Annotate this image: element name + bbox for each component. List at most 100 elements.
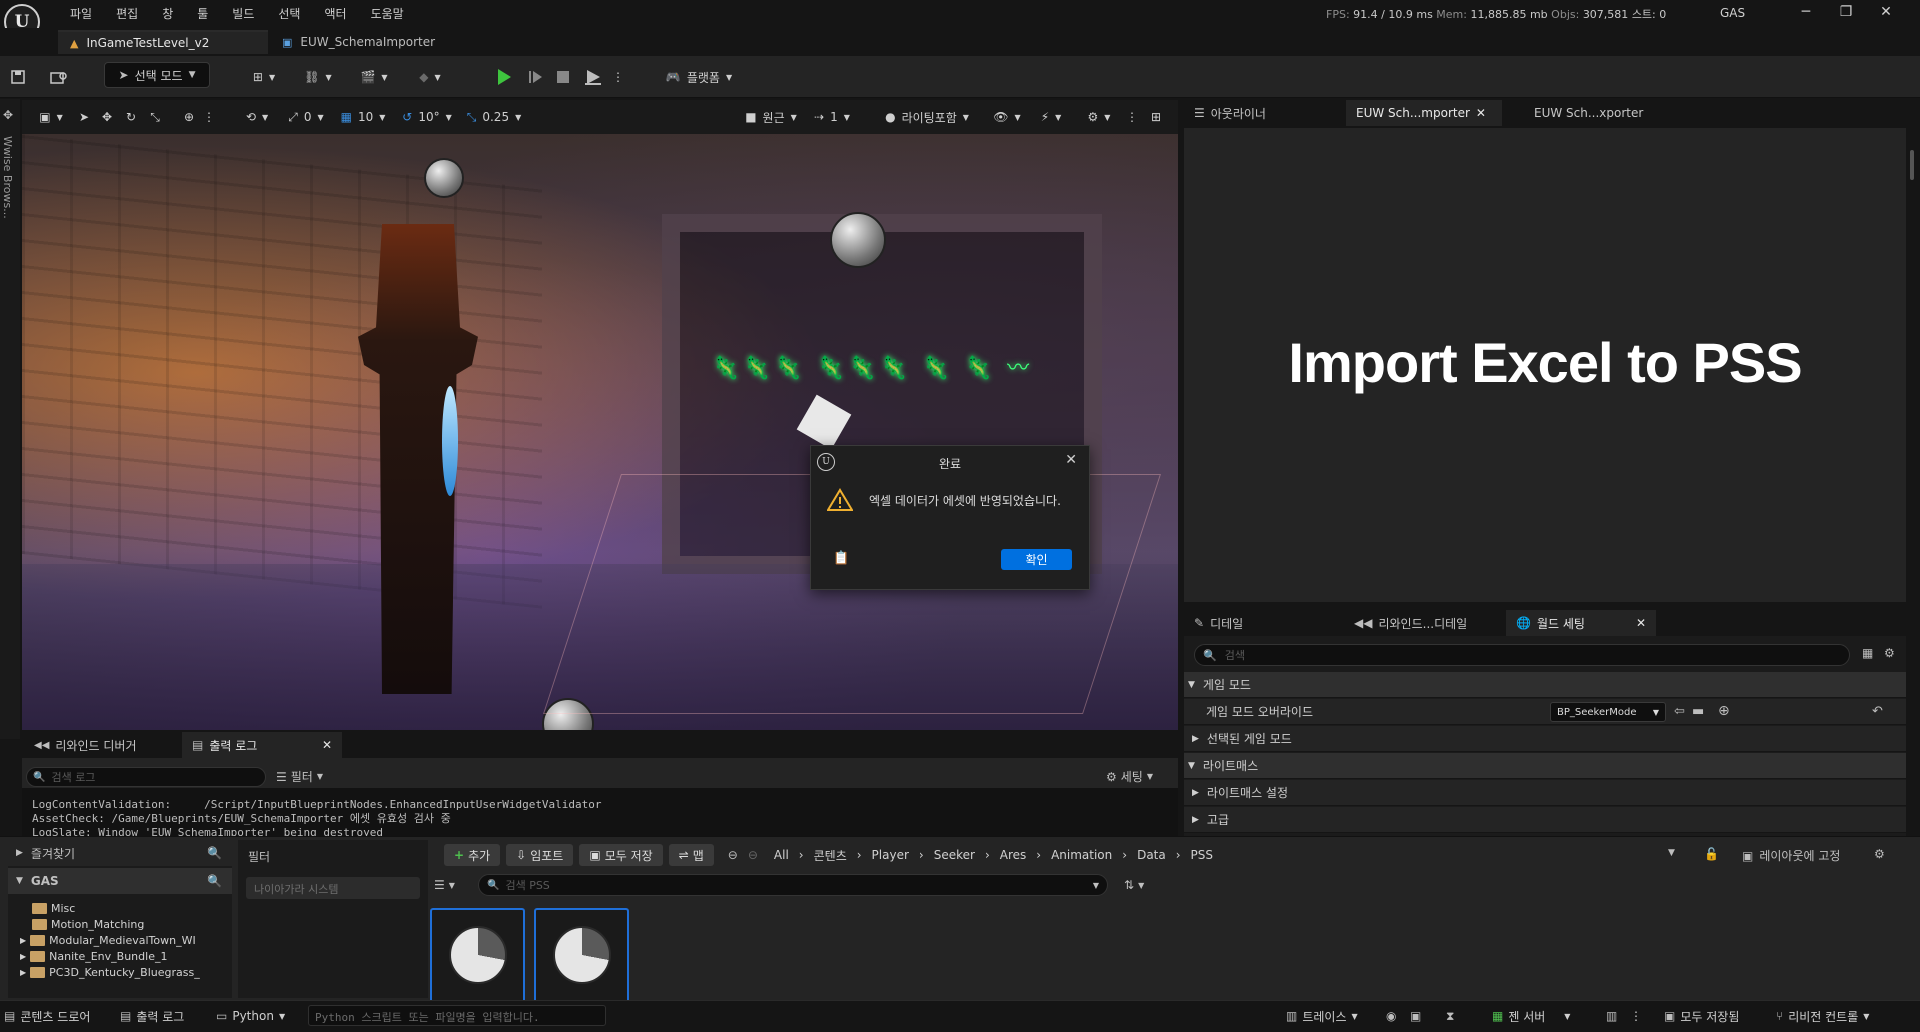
translate-tool-icon[interactable]: ✥ — [98, 104, 116, 130]
live-coding-icon[interactable]: ◉ — [1386, 1000, 1396, 1032]
modes-icon[interactable]: ◆ ▼ — [410, 64, 450, 90]
tab-rewind-details[interactable]: ◀◀ 리와인드...디테일 — [1344, 610, 1477, 636]
tab-rewind-debugger[interactable]: ◀◀ 리와인드 디버거 — [24, 732, 147, 758]
save-all-status-button[interactable]: ▣ 모두 저장됨 — [1664, 1000, 1739, 1032]
asset-search-input[interactable]: 🔍 검색 PSS ▼ — [478, 874, 1108, 896]
level-viewport[interactable]: 🦎🦎🦎 🦎🦎🦎 🦎 🦎 〰 Z X Y — [22, 134, 1178, 730]
menu-tools[interactable]: 툴 — [185, 5, 220, 22]
tab-euw-importer[interactable]: EUW Sch...mporter ✕ — [1346, 100, 1502, 126]
stop-icon[interactable] — [552, 64, 574, 90]
log-settings-dropdown[interactable]: ⚙ 세팅 ▼ — [1106, 768, 1153, 785]
python-command-input[interactable]: Python 스크립트 또는 파일명을 입력합니다. — [308, 1005, 606, 1026]
move-icon[interactable]: ✥ — [3, 108, 13, 122]
restore-button[interactable]: ❐ — [1826, 4, 1866, 20]
browse-folder-icon[interactable]: ▬ — [1692, 704, 1704, 719]
npc-character-group[interactable]: 🦎🦎🦎 🦎🦎🦎 🦎 🦎 〰 — [712, 350, 1033, 382]
tab-output-log[interactable]: ▤ 출력 로그 ✕ — [182, 732, 342, 758]
output-log-button[interactable]: ▤ 출력 로그 — [120, 1000, 184, 1032]
asset-tile[interactable] — [534, 908, 629, 1008]
viewport-menu-icon[interactable]: ▣ ▼ — [34, 104, 68, 130]
view-mode-dropdown[interactable]: ■ 원근 ▼ — [740, 104, 802, 130]
forward-icon[interactable]: ⊖ — [748, 848, 758, 862]
revision-control-dropdown[interactable]: ⑂ 리비전 컨트롤 ▼ — [1776, 1000, 1869, 1032]
viewport-settings-icon[interactable]: ⚙ ▼ — [1082, 104, 1116, 130]
breadcrumb-item[interactable]: Player — [872, 848, 909, 862]
breadcrumb-item[interactable]: Seeker — [934, 848, 975, 862]
show-flags-icon[interactable]: 👁 ▼ — [990, 104, 1024, 130]
browse-icon[interactable] — [48, 64, 70, 90]
tab-schema-importer[interactable]: ▣ EUW_SchemaImporter — [270, 30, 460, 54]
copy-icon[interactable]: 📋 — [833, 551, 849, 566]
content-drawer-button[interactable]: ▤ 콘텐츠 드로어 — [4, 1000, 90, 1032]
world-icon[interactable]: ⊕ — [180, 104, 198, 130]
path-history-icon[interactable]: ▼ — [1668, 848, 1675, 858]
lock-layout-button[interactable]: ▣ 레이아웃에 고정 — [1742, 847, 1840, 864]
blueprint-icon[interactable]: ⛓ ▼ — [300, 64, 336, 90]
trace-dropdown[interactable]: ▥ 트레이스 ▼ — [1286, 1000, 1358, 1032]
viewport-more-icon[interactable]: ⋮ — [203, 104, 215, 130]
menu-select[interactable]: 선택 — [266, 5, 312, 22]
close-tab-icon[interactable]: ✕ — [1476, 106, 1486, 120]
source-control-icon[interactable]: ▥ — [1606, 1000, 1617, 1032]
scale-tool-icon[interactable]: ⤡ — [146, 104, 164, 130]
grid-snap-dropdown[interactable]: ▦ 10 ▼ — [338, 104, 388, 130]
reflection-capture-actor[interactable] — [830, 212, 886, 268]
sub-lightmass-settings[interactable]: ▶ 라이트매스 설정 — [1184, 780, 1906, 806]
tab-outliner[interactable]: ☰ 아웃라이너 — [1184, 100, 1276, 126]
platform-dropdown[interactable]: 🎮 플랫폼 ▼ — [660, 64, 738, 90]
scrollbar[interactable] — [1910, 150, 1914, 180]
close-tab-icon[interactable]: ✕ — [322, 738, 332, 752]
import-button[interactable]: ⇩ 임포트 — [506, 844, 574, 866]
close-tab-icon[interactable]: ✕ — [1636, 616, 1646, 630]
tab-level[interactable]: ▲ InGameTestLevel_v2 — [58, 30, 268, 54]
status-more-icon[interactable]: ⋮ — [1630, 1000, 1642, 1032]
save-all-button[interactable]: ▣ 모두 저장 — [579, 844, 663, 866]
save-icon[interactable] — [8, 64, 28, 90]
breadcrumb-item[interactable]: Ares — [1000, 848, 1027, 862]
menu-file[interactable]: 파일 — [58, 5, 104, 22]
search-icon[interactable]: 🔍 — [207, 846, 222, 860]
more-options-icon[interactable]: ⋮ — [612, 64, 624, 90]
camera-capture-icon[interactable]: ▣ — [1410, 1000, 1421, 1032]
hourglass-icon[interactable]: ⧗ — [1446, 1000, 1454, 1032]
menu-actor[interactable]: 액터 — [312, 5, 358, 22]
step-icon[interactable] — [524, 64, 546, 90]
surface-snap-icon[interactable]: ⟲ ▼ — [242, 104, 272, 130]
select-mode-dropdown[interactable]: ➤ 선택 모드 ▼ — [104, 62, 210, 88]
crystal-actor[interactable] — [442, 386, 458, 496]
play-icon[interactable] — [492, 64, 516, 90]
table-view-icon[interactable]: ▦ — [1862, 646, 1873, 660]
search-icon[interactable]: 🔍 — [207, 874, 222, 888]
add-button[interactable]: + 추가 — [444, 844, 501, 866]
details-search-input[interactable]: 🔍 검색 — [1194, 644, 1850, 666]
menu-build[interactable]: 빌드 — [220, 5, 266, 22]
scale-snap-dropdown[interactable]: ⤡ 0.25 ▼ — [462, 104, 526, 130]
tree-folder-motion-matching[interactable]: Motion_Matching — [32, 916, 232, 932]
gear-icon[interactable]: ⚙ — [1874, 847, 1885, 861]
tree-folder-medieval-town[interactable]: ▶ Modular_MedievalTown_WI — [20, 932, 232, 948]
camera-speed-dropdown[interactable]: ⇢ 1 ▼ — [814, 104, 850, 130]
asset-tile[interactable] — [430, 908, 525, 1008]
launch-icon[interactable] — [580, 64, 606, 90]
breadcrumb-item[interactable]: All — [774, 848, 789, 862]
minimize-button[interactable]: ─ — [1786, 4, 1826, 20]
tree-folder-misc[interactable]: Misc — [32, 900, 232, 916]
log-filter-dropdown[interactable]: ☰ 필터 ▼ — [276, 768, 323, 785]
game-mode-combo[interactable]: BP_SeekerMode ▼ — [1550, 702, 1666, 722]
python-dropdown[interactable]: ▭ Python ▼ — [216, 1000, 285, 1032]
ok-button[interactable]: 확인 — [1001, 549, 1072, 570]
add-actor-icon[interactable]: ⊞ ▼ — [246, 64, 282, 90]
filter-dropdown[interactable]: ☰ ▼ — [434, 878, 455, 892]
wwise-browser-tab[interactable]: Wwise Brows... — [1, 136, 14, 219]
menu-help[interactable]: 도움말 — [359, 5, 416, 22]
add-icon[interactable]: ⊕ — [1718, 703, 1730, 719]
performance-icon[interactable]: ⚡ ▼ — [1034, 104, 1068, 130]
menu-window[interactable]: 창 — [150, 5, 185, 22]
rotation-snap-dropdown[interactable]: ↺ 10° ▼ — [400, 104, 454, 130]
breadcrumb-item[interactable]: 콘텐츠 — [814, 847, 847, 864]
derived-data-dropdown[interactable]: ▦ 젠 서버 ▼ — [1492, 1000, 1570, 1032]
rotate-tool-icon[interactable]: ↻ — [122, 104, 140, 130]
tree-folder-pc3d[interactable]: ▶ PC3D_Kentucky_Bluegrass_ — [20, 964, 232, 980]
breadcrumb-item[interactable]: Data — [1137, 848, 1166, 862]
settings-icon[interactable]: ⚙ — [1884, 646, 1895, 660]
